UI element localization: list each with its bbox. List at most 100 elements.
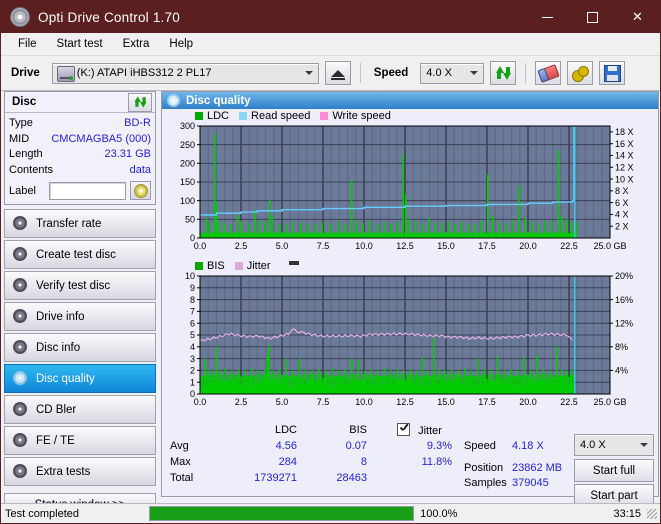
menu-start-test[interactable]: Start test [48,36,112,52]
svg-text:300: 300 [180,122,195,131]
svg-text:14 X: 14 X [615,151,634,161]
settings-button[interactable] [567,61,594,85]
disc-info-panel: Disc Type BD-R MID CMCMAGBA5 (000) Lengt… [4,91,156,205]
disc-icon [12,371,29,386]
sidebar-item-transfer-rate[interactable]: Transfer rate [4,209,156,238]
disc-icon [12,247,29,262]
eraser-icon [537,63,560,83]
sidebar-item-cd-bler[interactable]: CD Bler [4,395,156,424]
menu-help[interactable]: Help [160,36,202,52]
svg-text:6: 6 [190,318,195,328]
svg-text:22.5: 22.5 [560,397,578,407]
disc-contents-value: data [129,163,151,176]
close-button[interactable]: ✕ [615,1,660,33]
status-bar: Test completed 100.0% 33:15 [1,503,660,523]
svg-text:10.0: 10.0 [355,397,373,407]
jitter-checkbox[interactable] [397,423,410,436]
disc-panel-header: Disc [5,92,155,113]
svg-text:7.5: 7.5 [317,397,330,407]
disc-icon [12,309,29,324]
sidebar-item-verify-test-disc[interactable]: Verify test disc [4,271,156,300]
sidebar-item-label: Verify test disc [36,279,111,292]
disc-row-type: Type BD-R [9,116,151,132]
main-content: Disc Type BD-R MID CMCMAGBA5 (000) Lengt… [1,91,661,516]
page-title: Disc quality [186,94,251,107]
save-icon [603,64,621,82]
sidebar-item-label: Create test disc [36,248,116,261]
stat-header-ldc: LDC [274,424,297,436]
svg-text:4: 4 [190,342,195,352]
sidebar-item-fe-te[interactable]: FE / TE [4,426,156,455]
toolbar-divider-1 [359,63,361,83]
toolbar-divider-2 [525,63,527,83]
svg-text:12.5: 12.5 [396,241,414,251]
menu-file[interactable]: File [9,36,46,52]
svg-text:4%: 4% [615,366,628,376]
svg-text:5.0: 5.0 [276,397,289,407]
disc-contents-label: Contents [9,163,54,176]
speed-select-value: 4.0 X [426,67,452,79]
erase-button[interactable] [535,61,562,85]
svg-text:20.0: 20.0 [519,397,537,407]
svg-text:17.5: 17.5 [478,397,496,407]
disc-label-button[interactable] [130,181,151,200]
result-speed-select[interactable]: 4.0 X [574,434,654,456]
svg-text:0.0: 0.0 [194,241,207,251]
svg-text:7.5: 7.5 [317,241,330,251]
disc-label-input[interactable] [49,181,126,200]
svg-text:5: 5 [190,330,195,340]
svg-text:22.5: 22.5 [560,241,578,251]
sidebar-item-create-test-disc[interactable]: Create test disc [4,240,156,269]
save-button[interactable] [599,61,626,85]
svg-text:12 X: 12 X [615,162,634,172]
svg-text:10.0: 10.0 [355,241,373,251]
stat-header-bis: BIS [349,424,367,436]
disc-icon [133,183,148,198]
svg-text:8 X: 8 X [615,186,629,196]
sidebar-item-disc-info[interactable]: Disc info [4,333,156,362]
speed-select[interactable]: 4.0 X [420,62,485,84]
chart-ldc-readspeed: 0 50 100 150 200 250 300 2 X4 X6 X8 X 10 X 12 X 14… [162,122,658,257]
left-sidebar: Disc Type BD-R MID CMCMAGBA5 (000) Lengt… [4,91,156,516]
legend-swatch-marker [288,261,299,265]
samples-value: 379045 [512,477,549,489]
elapsed-time: 33:15 [613,507,642,520]
position-label: Position [464,462,504,474]
menu-extra[interactable]: Extra [114,36,159,52]
svg-text:20.0: 20.0 [519,241,537,251]
eject-button[interactable] [324,61,351,85]
disc-icon [12,433,29,448]
svg-text:2.5: 2.5 [235,241,248,251]
legend-swatch-read-speed [239,112,248,120]
nav-list: Transfer rate Create test disc Verify te… [4,209,156,486]
legend-label-read-speed: Read speed [251,110,311,122]
drive-select[interactable]: (K:) ATAPI iHBS312 2 PL17 [51,62,319,84]
sidebar-item-extra-tests[interactable]: Extra tests [4,457,156,486]
position-value: 23862 MB [512,462,563,474]
chart-bis-jitter: 0 1 2 3 4 5 6 7 8 9 10 4% 8% 12% 16% 20% 0.0 2.5 5.0 7.5 10.… [162,272,658,414]
maximize-button[interactable] [570,1,615,33]
disc-refresh-button[interactable] [128,92,152,112]
start-full-button[interactable]: Start full [574,459,654,482]
legend-swatch-bis [195,262,203,270]
svg-text:50: 50 [185,215,195,225]
sidebar-item-drive-info[interactable]: Drive info [4,302,156,331]
disc-label-label: Label [9,184,36,197]
minimize-button[interactable] [525,1,570,33]
svg-text:15.0: 15.0 [437,241,455,251]
disc-type-value: BD-R [124,117,151,129]
sidebar-item-label: CD Bler [36,403,77,416]
disc-length-value: 23.31 GB [104,148,151,160]
sidebar-item-label: Disc info [36,341,81,354]
sidebar-item-disc-quality[interactable]: Disc quality [4,364,156,393]
stat-row-label-max: Max [170,456,191,468]
svg-text:100: 100 [180,196,195,206]
refresh-icon [134,96,146,108]
disc-icon [12,402,29,417]
refresh-button[interactable] [490,61,517,85]
jitter-checkbox-row[interactable]: Jitter [397,423,442,437]
svg-text:3: 3 [190,354,195,364]
svg-text:20%: 20% [615,272,633,281]
disc-icon [12,216,29,231]
resize-grip[interactable] [647,508,657,519]
